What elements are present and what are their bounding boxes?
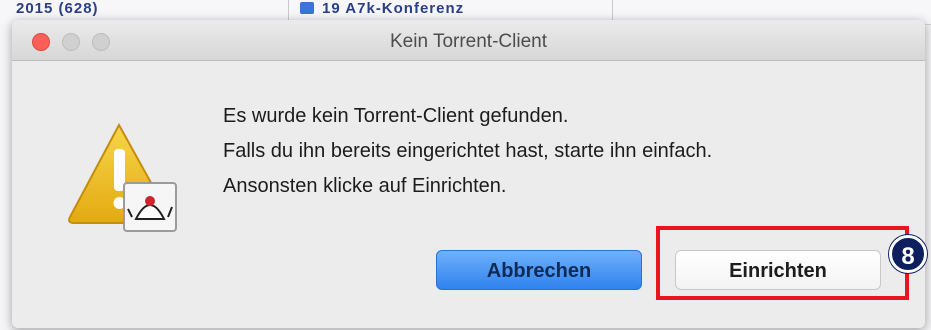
message-line: Ansonsten klicke auf Einrichten.: [223, 175, 507, 197]
background-list-label: 19 A7k-Konferenz: [322, 0, 465, 17]
screen: 2015 (628) 19 A7k-Konferenz Kein Torrent…: [0, 0, 931, 330]
dialog-message: Es wurde kein Torrent-Client gefunden. F…: [223, 99, 712, 204]
step-number-badge: 8: [889, 235, 927, 273]
warning-java-icon: [68, 122, 177, 232]
message-line: Falls du ihn bereits eingerichtet hast, …: [223, 140, 713, 162]
highlight-box: [656, 226, 909, 300]
message-line: Es wurde kein Torrent-Client gefunden.: [223, 105, 569, 127]
background-text-fragment: 2015 (628): [16, 0, 99, 17]
background-list-item: 19 A7k-Konferenz: [300, 0, 464, 18]
cancel-button[interactable]: Abbrechen: [436, 250, 642, 290]
checkbox-icon: [300, 2, 314, 14]
dialog-title: Kein Torrent-Client: [389, 31, 547, 52]
background-left-column: [0, 24, 12, 330]
title-bar: Kein Torrent-Client: [12, 20, 925, 61]
